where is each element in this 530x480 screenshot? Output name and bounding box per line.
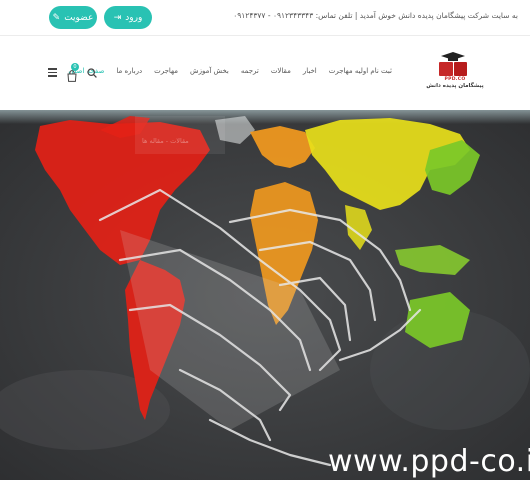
menu-item-immigration[interactable]: مهاجرت — [154, 67, 178, 75]
logo-abbr: PPD.CO — [444, 77, 466, 82]
menu-item-education[interactable]: بخش آموزش — [190, 67, 229, 75]
nav-icons: 0 — [48, 62, 97, 82]
login-label: ورود — [125, 12, 143, 23]
cart-count-badge: 0 — [71, 62, 79, 71]
cart-button[interactable]: 0 — [67, 62, 79, 82]
menu-item-about[interactable]: درباره ما — [116, 67, 142, 75]
menu-item-articles[interactable]: مقالات — [271, 67, 291, 75]
graduation-cap-icon — [441, 52, 465, 61]
main-nav: PPD.CO پیشگامان پدیده دانش صفحه اصلی درب… — [0, 36, 530, 110]
overlay-panel — [135, 116, 225, 154]
logo-name: پیشگامان پدیده دانش — [426, 83, 484, 89]
login-button[interactable]: ⇥ ورود — [104, 6, 152, 29]
hero-banner: مقالات - مقاله ها www.ppd-co.i — [0, 110, 530, 480]
site-logo[interactable]: PPD.CO پیشگامان پدیده دانش — [420, 50, 490, 100]
overlay-label: مقالات - مقاله ها — [142, 137, 189, 145]
menu-item-translation[interactable]: ترجمه — [241, 67, 259, 75]
top-bar: ✎ عضویت ⇥ ورود به سایت شرکت پیشگامان پدی… — [0, 0, 530, 36]
pencil-icon: ✎ — [52, 12, 61, 23]
search-icon — [87, 68, 97, 78]
login-icon: ⇥ — [113, 12, 122, 23]
hero-image — [0, 110, 530, 480]
primary-menu: صفحه اصلی درباره ما مهاجرت بخش آموزش ترج… — [68, 67, 392, 75]
site-url-watermark: www.ppd-co.i — [328, 444, 530, 479]
hamburger-menu-icon[interactable] — [48, 68, 57, 77]
menu-item-news[interactable]: اخبار — [303, 67, 317, 75]
book-icon — [439, 62, 467, 76]
menu-item-registration[interactable]: ثبت نام اولیه مهاجرت — [329, 67, 392, 75]
welcome-text: به سایت شرکت پیشگامان پدیده دانش خوش آمد… — [233, 11, 518, 20]
register-label: عضویت — [64, 12, 94, 23]
register-button[interactable]: ✎ عضویت — [49, 6, 97, 29]
shopping-bag-icon — [67, 69, 77, 82]
search-button[interactable] — [87, 63, 97, 82]
